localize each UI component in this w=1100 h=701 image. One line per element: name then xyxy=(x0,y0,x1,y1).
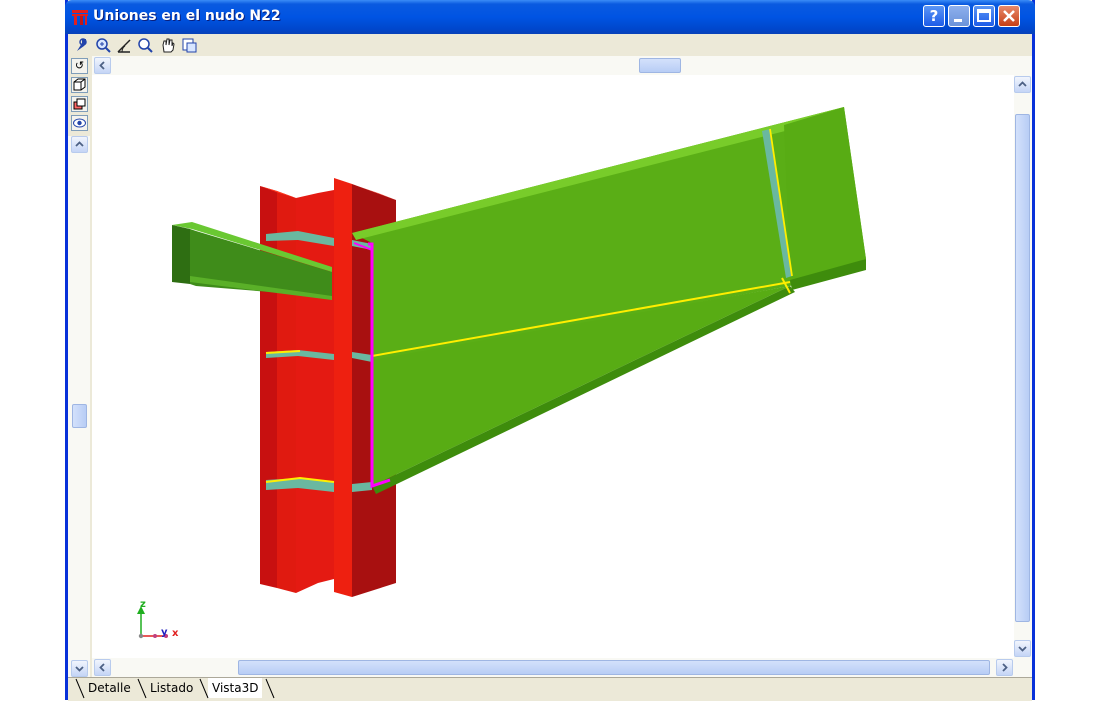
app-icon xyxy=(72,10,88,25)
scroll-up-button[interactable] xyxy=(71,136,88,153)
scroll-down-button[interactable] xyxy=(71,660,88,677)
application-window: Uniones en el nudo N22 ? ↺ z y x Detalle… xyxy=(65,0,1035,701)
title-bar[interactable]: Uniones en el nudo N22 ? xyxy=(65,0,1035,34)
scroll-left-button[interactable] xyxy=(94,57,111,74)
eye-view-icon[interactable] xyxy=(71,115,88,131)
chevron-right-icon xyxy=(1002,663,1008,672)
window-title: Uniones en el nudo N22 xyxy=(93,8,281,24)
chevron-down-icon xyxy=(75,666,84,672)
view-toolbar xyxy=(68,34,1032,56)
chevron-up-icon xyxy=(1018,81,1027,87)
3d-viewport[interactable]: z y x xyxy=(92,75,1014,658)
help-icon: ? xyxy=(929,7,939,25)
axis-y-label: y xyxy=(161,627,168,638)
maximize-icon xyxy=(977,9,991,22)
minimize-icon xyxy=(954,19,962,22)
chevron-down-icon xyxy=(1018,646,1027,652)
chevron-left-icon xyxy=(99,663,105,672)
zoom-icon[interactable] xyxy=(137,37,154,54)
axis-z-label: z xyxy=(140,599,146,610)
top-horizontal-scrollbar[interactable] xyxy=(92,56,1031,75)
copy-view-icon[interactable] xyxy=(181,37,198,54)
stack-view-icon[interactable] xyxy=(71,96,88,112)
right-scroll-thumb[interactable] xyxy=(1015,114,1030,622)
chevron-up-icon xyxy=(75,141,84,147)
close-button[interactable] xyxy=(998,5,1020,27)
box-view-icon[interactable] xyxy=(71,77,88,93)
close-icon xyxy=(1003,10,1015,22)
zoom-window-icon[interactable] xyxy=(95,37,112,54)
scroll-up-button[interactable] xyxy=(1014,76,1031,93)
rafter-member[interactable] xyxy=(352,107,866,494)
tab-bar: Detalle Listado Vista3D xyxy=(68,677,1032,701)
measure-icon[interactable] xyxy=(116,37,133,54)
axis-x-label: x xyxy=(172,628,179,639)
scroll-down-button[interactable] xyxy=(1014,640,1031,657)
chevron-left-icon xyxy=(99,61,105,70)
scroll-right-button[interactable] xyxy=(996,659,1013,676)
tab-dividers xyxy=(75,678,275,699)
help-button[interactable]: ? xyxy=(923,5,945,27)
scroll-left-button[interactable] xyxy=(94,659,111,676)
maximize-button[interactable] xyxy=(973,5,995,27)
minimize-button[interactable] xyxy=(948,5,970,27)
right-vertical-scrollbar[interactable] xyxy=(1014,56,1032,677)
rotate-icon[interactable]: ↺ xyxy=(71,58,88,74)
pan-hand-icon[interactable] xyxy=(159,37,176,54)
bottom-scroll-thumb[interactable] xyxy=(238,660,990,675)
select-icon[interactable] xyxy=(74,37,91,54)
connection-3d-model[interactable]: z y x xyxy=(92,75,1014,658)
axis-indicator: z y x xyxy=(137,599,179,639)
bottom-horizontal-scrollbar[interactable] xyxy=(92,658,1014,677)
left-vertical-scrollbar[interactable] xyxy=(68,136,90,677)
top-scroll-thumb[interactable] xyxy=(639,58,681,73)
left-scroll-thumb[interactable] xyxy=(72,404,87,428)
